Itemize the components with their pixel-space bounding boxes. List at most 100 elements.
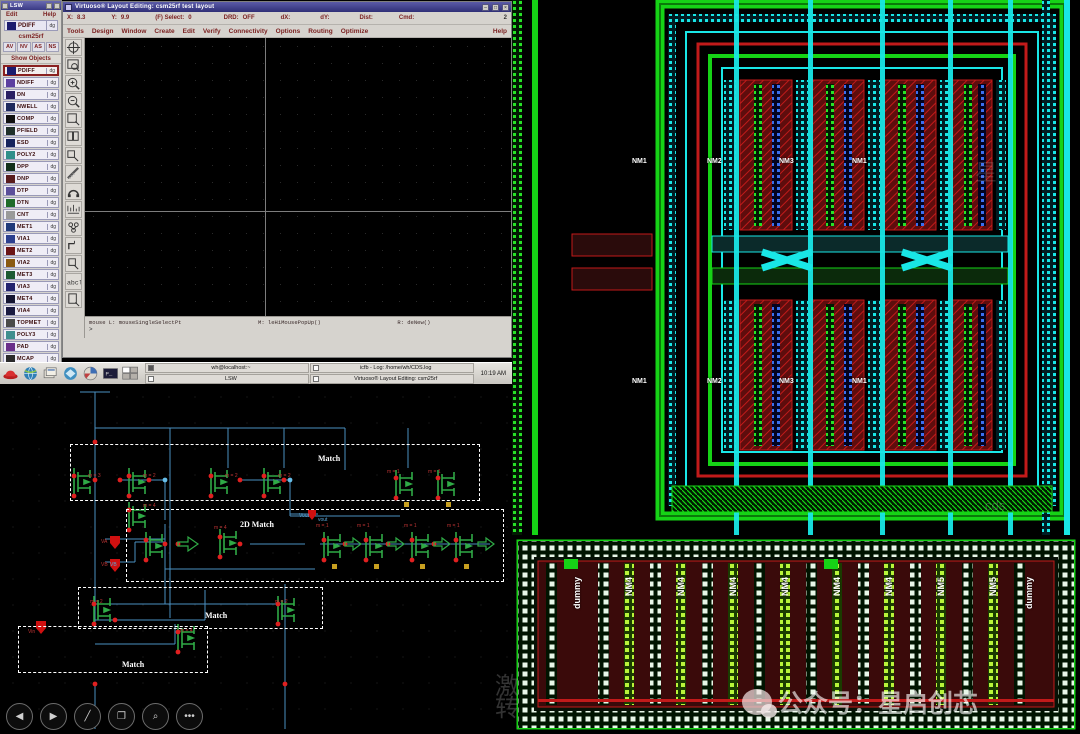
lsw-title-bar[interactable]: LSW xyxy=(1,1,61,10)
workspace-switcher-icon[interactable] xyxy=(122,365,139,382)
lsw-layer-row-pdiff[interactable]: PDIFFdg xyxy=(3,65,59,76)
lsw-visibility-button-as[interactable]: AS xyxy=(32,42,45,52)
zoom-fit-icon[interactable] xyxy=(65,57,82,74)
lsw-visibility-button-nv[interactable]: NV xyxy=(17,42,30,52)
terminal-icon[interactable]: P_ xyxy=(102,365,119,382)
virtuoso-title-text: Virtuoso® Layout Editing: csm25rf test l… xyxy=(75,4,479,10)
help-icon[interactable] xyxy=(62,365,79,382)
rectangle-icon[interactable] xyxy=(65,111,82,128)
lsw-layer-row-esd[interactable]: ESDdg xyxy=(3,137,59,148)
schematic-view[interactable]: Match2D MatchMatchMatchm = 3m = 2m = 2m … xyxy=(0,384,512,734)
virtuoso-menu-design[interactable]: Design xyxy=(92,28,114,35)
schematic-multiplier-label-10: m = 1 xyxy=(404,523,417,529)
lsw-layer-row-via3[interactable]: VIA3dg xyxy=(3,281,59,292)
lsw-layer-row-via2[interactable]: VIA2dg xyxy=(3,257,59,268)
ruler-icon[interactable] xyxy=(65,165,82,182)
virtuoso-menu-options[interactable]: Options xyxy=(276,28,301,35)
virtuoso-window-menu-icon[interactable] xyxy=(65,4,72,11)
lsw-visibility-button-av[interactable]: AV xyxy=(3,42,16,52)
schematic-multiplier-label-7: m = 4 xyxy=(214,525,227,531)
more-button[interactable]: ••• xyxy=(176,703,203,730)
virtuoso-menu-window[interactable]: Window xyxy=(122,28,147,35)
schematic-group-label-1: 2D Match xyxy=(240,520,274,529)
windows-button[interactable]: ❐ xyxy=(108,703,135,730)
lsw-layer-row-met1[interactable]: MET1dg xyxy=(3,221,59,232)
virtuoso-close-button[interactable]: × xyxy=(502,4,509,11)
rectangle-array-icon[interactable] xyxy=(65,129,82,146)
taskbar-task[interactable]: Virtuoso® Layout Editing: csm25rf xyxy=(310,374,474,384)
crosshair-icon[interactable] xyxy=(65,39,82,56)
virtuoso-menu-edit[interactable]: Edit xyxy=(183,28,195,35)
instance-icon[interactable] xyxy=(65,201,82,218)
lsw-maximize-icon[interactable] xyxy=(54,3,60,9)
lsw-layer-row-dn[interactable]: DNdg xyxy=(3,89,59,100)
path-icon[interactable] xyxy=(65,183,82,200)
lsw-layer-row-dnp[interactable]: DNPdg xyxy=(3,173,59,184)
lsw-layer-list: PDIFFdgNDIFFdgDNdgNWELLdgCOMPdgPFIELDdgE… xyxy=(1,65,61,376)
lsw-layer-row-via4[interactable]: VIA4dg xyxy=(3,305,59,316)
layer-name: MET1 xyxy=(17,224,47,230)
lsw-layer-row-nwell[interactable]: NWELLdg xyxy=(3,101,59,112)
lsw-layer-row-dtn[interactable]: DTNdg xyxy=(3,197,59,208)
virtuoso-menu-connectivity[interactable]: Connectivity xyxy=(229,28,268,35)
lsw-menu-help[interactable]: Help xyxy=(43,12,56,18)
globe-icon[interactable] xyxy=(22,365,39,382)
lsw-layer-row-topmet[interactable]: TOPMETdg xyxy=(3,317,59,328)
lsw-layer-row-cnt[interactable]: CNTdg xyxy=(3,209,59,220)
layer-swatch-esd xyxy=(6,139,15,147)
virtuoso-canvas[interactable] xyxy=(85,38,511,338)
lsw-visibility-button-ns[interactable]: NS xyxy=(46,42,59,52)
layer-name: VIA4 xyxy=(17,308,47,314)
search-button[interactable]: ⌕ xyxy=(142,703,169,730)
lsw-menu-edit[interactable]: Edit xyxy=(6,12,17,18)
lsw-layer-row-met3[interactable]: MET3dg xyxy=(3,269,59,280)
chart-icon[interactable] xyxy=(82,365,99,382)
virtuoso-menu-routing[interactable]: Routing xyxy=(308,28,333,35)
lsw-layer-row-via1[interactable]: VIA1dg xyxy=(3,233,59,244)
virtuoso-menu-tools[interactable]: Tools xyxy=(67,28,84,35)
layout-view-top[interactable]: NM1 NM2 NM3 NM1 NM1 NM2 NM3 NM1 xyxy=(512,0,1080,535)
group-icon[interactable] xyxy=(65,219,82,236)
schematic-multiplier-label-0: m = 3 xyxy=(88,473,101,479)
lsw-layer-row-met2[interactable]: MET2dg xyxy=(3,245,59,256)
lsw-current-layer-purpose: dg xyxy=(46,21,57,30)
red-hat-icon[interactable] xyxy=(2,365,19,382)
lsw-layer-row-ndiff[interactable]: NDIFFdg xyxy=(3,77,59,88)
virtuoso-menu-verify[interactable]: Verify xyxy=(203,28,221,35)
forward-button[interactable]: ▶ xyxy=(40,703,67,730)
virtuoso-menu-create[interactable]: Create xyxy=(154,28,174,35)
lsw-layer-row-poly2[interactable]: POLY2dg xyxy=(3,149,59,160)
taskbar-task[interactable]: LSW xyxy=(145,374,309,384)
taskbar-task[interactable]: wh@localhost:~ xyxy=(145,363,309,373)
zoom-out-icon[interactable] xyxy=(65,93,82,110)
lsw-layer-row-pad[interactable]: PADdg xyxy=(3,341,59,352)
lsw-show-objects-button[interactable]: Show Objects xyxy=(1,54,61,64)
files-icon[interactable] xyxy=(42,365,59,382)
edit-button[interactable]: ╱ xyxy=(74,703,101,730)
virtuoso-title-bar[interactable]: Virtuoso® Layout Editing: csm25rf test l… xyxy=(63,2,511,12)
select-icon[interactable] xyxy=(65,291,82,308)
virtuoso-command-prompt[interactable]: > xyxy=(85,326,511,334)
layer-name: VIA2 xyxy=(17,260,47,266)
virtuoso-menu-help[interactable]: Help xyxy=(493,28,507,35)
zoom-in-icon[interactable] xyxy=(65,75,82,92)
taskbar-task[interactable]: icfb - Log: /home/wh/CDS.log xyxy=(310,363,474,373)
virtuoso-maximize-button[interactable]: □ xyxy=(492,4,499,11)
lsw-current-layer[interactable]: PDIFF dg xyxy=(4,20,58,31)
label-icon[interactable]: abcl xyxy=(65,273,82,290)
lsw-layer-row-dpp[interactable]: DPPdg xyxy=(3,161,59,172)
schematic-multiplier-label-9: m = 1 xyxy=(357,523,370,529)
copy-icon[interactable] xyxy=(65,255,82,272)
lsw-layer-row-dtp[interactable]: DTPdg xyxy=(3,185,59,196)
polygon-icon[interactable] xyxy=(65,147,82,164)
lsw-menu-icon[interactable] xyxy=(2,3,8,9)
virtuoso-menu-optimize[interactable]: Optimize xyxy=(341,28,368,35)
lsw-minimize-icon[interactable] xyxy=(46,3,52,9)
back-button[interactable]: ◀ xyxy=(6,703,33,730)
lsw-layer-row-poly3[interactable]: POLY3dg xyxy=(3,329,59,340)
lsw-layer-row-comp[interactable]: COMPdg xyxy=(3,113,59,124)
lsw-layer-row-pfield[interactable]: PFIELDdg xyxy=(3,125,59,136)
lsw-layer-row-met4[interactable]: MET4dg xyxy=(3,293,59,304)
stretch-icon[interactable] xyxy=(65,237,82,254)
virtuoso-minimize-button[interactable]: – xyxy=(482,4,489,11)
